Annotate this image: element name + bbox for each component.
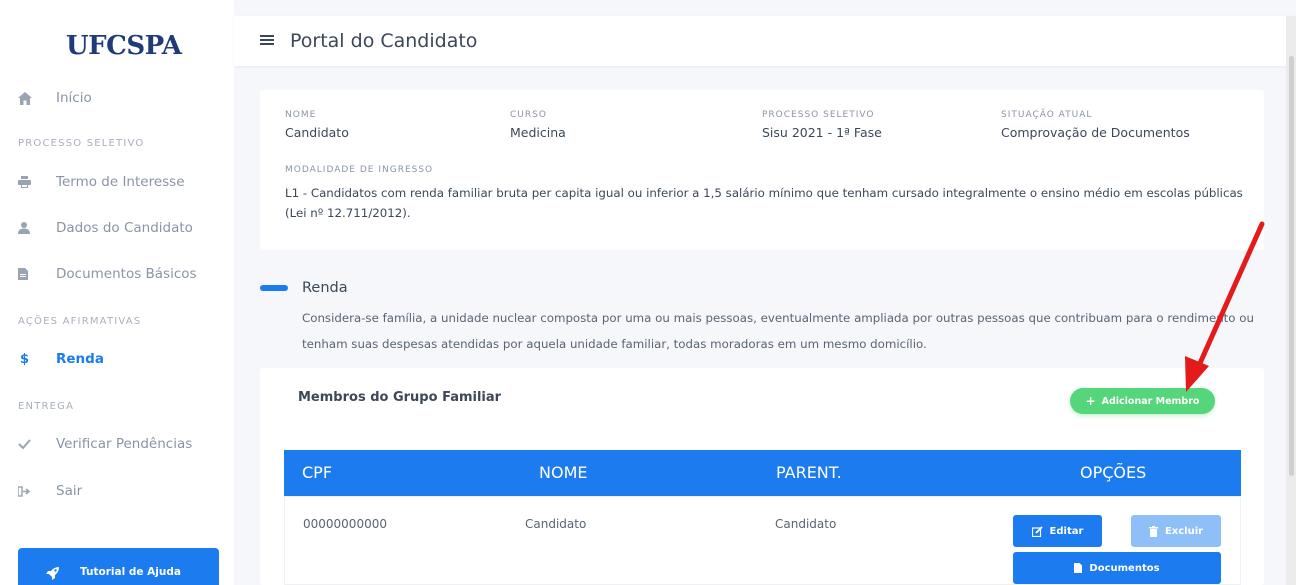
cell-nome: Candidato xyxy=(525,517,587,531)
info-curso: CURSO Medicina xyxy=(510,110,566,140)
scrollbar[interactable] xyxy=(1286,16,1296,585)
section-title: Renda xyxy=(302,280,348,296)
sidebar-item-label: Início xyxy=(56,90,92,106)
add-member-button[interactable]: + Adicionar Membro xyxy=(1070,388,1215,414)
page-title: Portal do Candidato xyxy=(290,30,478,52)
info-label: SITUAÇÃO ATUAL xyxy=(1001,110,1093,120)
info-nome: NOME Candidato xyxy=(285,110,349,140)
file-icon xyxy=(18,268,46,280)
file-icon xyxy=(1074,563,1083,573)
documents-button[interactable]: Documentos xyxy=(1013,552,1221,584)
tutorial-label: Tutorial de Ajuda xyxy=(80,566,181,578)
info-modalidade-value: L1 - Candidatos com renda familiar bruta… xyxy=(285,186,1243,220)
trash-icon xyxy=(1148,525,1158,537)
user-icon xyxy=(18,222,46,234)
hamburger-menu-icon[interactable] xyxy=(260,31,274,50)
info-processo: PROCESSO SELETIVO Sisu 2021 - 1ª Fase xyxy=(762,110,882,140)
sidebar-item-sair[interactable]: Sair xyxy=(18,483,82,499)
home-icon xyxy=(18,91,46,105)
sidebar-item-renda[interactable]: $ Renda xyxy=(18,351,104,367)
section-acoes-afirmativas: AÇÕES AFIRMATIVAS xyxy=(18,316,142,327)
info-label: NOME xyxy=(285,110,317,120)
table-header: CPF NOME PARENT. OPÇÕES xyxy=(284,450,1241,496)
info-value: Comprovação de Documentos xyxy=(1001,125,1190,140)
sidebar-item-label: Documentos Básicos xyxy=(56,266,197,282)
sidebar: UFCSPA Início PROCESSO SELETIVO Termo de… xyxy=(0,0,234,585)
section-description: Considera-se família, a unidade nuclear … xyxy=(302,311,1254,351)
column-header: PARENT. xyxy=(776,463,842,482)
edit-label: Editar xyxy=(1049,525,1084,537)
cell-parentesco: Candidato xyxy=(775,517,837,531)
candidate-info-card: NOME Candidato CURSO Medicina PROCESSO S… xyxy=(260,90,1264,250)
sidebar-item-termo-interesse[interactable]: Termo de Interesse xyxy=(18,174,185,190)
sign-out-icon xyxy=(18,485,46,497)
sidebar-item-label: Dados do Candidato xyxy=(56,220,193,236)
column-header: NOME xyxy=(539,463,588,482)
info-situacao: SITUAÇÃO ATUAL Comprovação de Documentos xyxy=(1001,110,1190,140)
column-header: CPF xyxy=(302,463,333,482)
info-label: PROCESSO SELETIVO xyxy=(762,110,875,120)
section-processo-seletivo: PROCESSO SELETIVO xyxy=(18,138,145,149)
sidebar-item-label: Verificar Pendências xyxy=(56,436,193,452)
column-header: OPÇÕES xyxy=(1080,463,1147,482)
main-content: Portal do Candidato NOME Candidato CURSO… xyxy=(234,0,1296,585)
check-icon xyxy=(18,439,46,449)
plus-icon: + xyxy=(1085,394,1096,408)
cell-cpf: 00000000000 xyxy=(303,517,387,531)
add-member-label: Adicionar Membro xyxy=(1101,395,1200,407)
edit-icon xyxy=(1031,525,1043,537)
edit-button[interactable]: Editar xyxy=(1013,515,1102,547)
info-value: Candidato xyxy=(285,125,349,140)
info-value: Medicina xyxy=(510,125,566,140)
info-modalidade-label: MODALIDADE DE INGRESSO xyxy=(285,165,434,175)
sidebar-item-label: Sair xyxy=(56,483,83,499)
section-marker xyxy=(260,285,288,291)
delete-button[interactable]: Excluir xyxy=(1131,515,1221,547)
sidebar-item-label: Termo de Interesse xyxy=(56,174,185,190)
sidebar-item-verificar-pendencias[interactable]: Verificar Pendências xyxy=(18,436,192,452)
rocket-icon xyxy=(46,566,60,583)
members-card: Membros do Grupo Familiar + Adicionar Me… xyxy=(260,368,1264,585)
info-label: CURSO xyxy=(510,110,547,120)
info-value: Sisu 2021 - 1ª Fase xyxy=(762,125,882,140)
top-bar: Portal do Candidato xyxy=(234,16,1296,66)
logo: UFCSPA xyxy=(66,31,182,61)
sidebar-item-documentos-basicos[interactable]: Documentos Básicos xyxy=(18,266,197,282)
sidebar-item-dados-candidato[interactable]: Dados do Candidato xyxy=(18,220,193,236)
section-entrega: ENTREGA xyxy=(18,401,75,412)
tutorial-button[interactable]: Tutorial de Ajuda xyxy=(18,548,219,585)
printer-icon xyxy=(18,176,46,188)
scrollbar-thumb[interactable] xyxy=(1289,56,1294,476)
dollar-icon: $ xyxy=(20,351,30,367)
sidebar-item-inicio[interactable]: Início xyxy=(18,90,92,106)
members-title: Membros do Grupo Familiar xyxy=(298,390,502,405)
documents-label: Documentos xyxy=(1089,562,1160,574)
delete-label: Excluir xyxy=(1164,525,1204,537)
sidebar-item-label: Renda xyxy=(56,351,104,367)
table-row: 00000000000 Candidato Candidato Editar E… xyxy=(284,496,1241,585)
